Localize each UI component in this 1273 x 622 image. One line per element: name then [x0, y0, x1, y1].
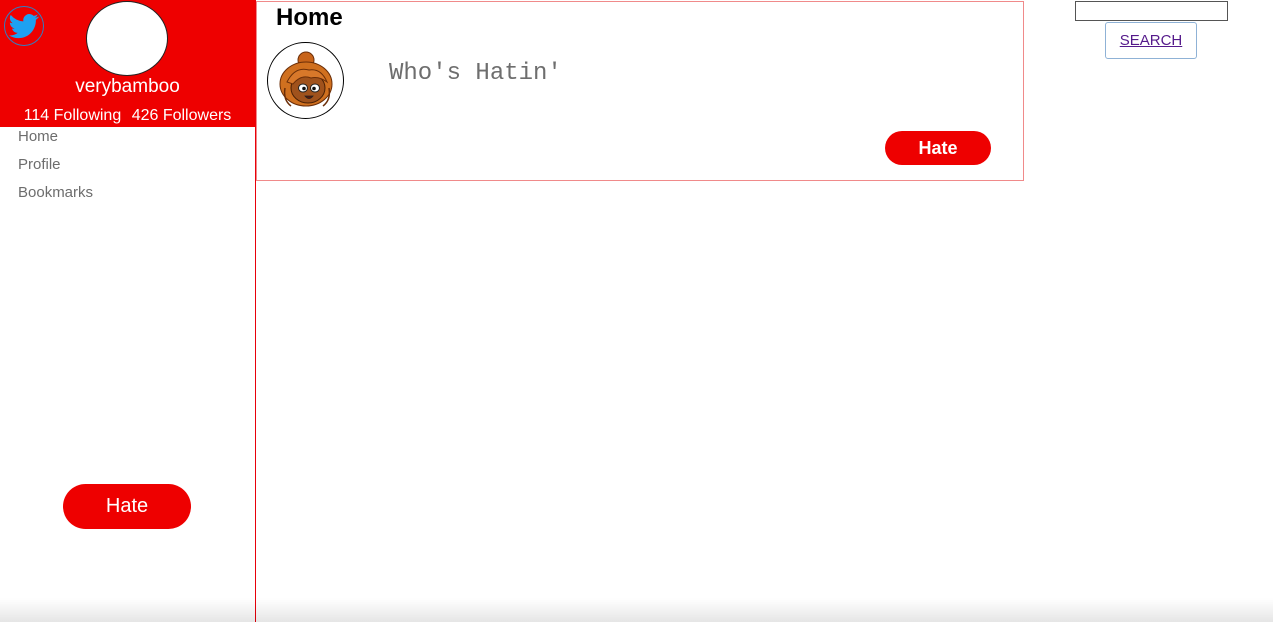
sidebar-hate-button[interactable]: Hate [63, 484, 191, 529]
follow-stats: 114 Following 426 Followers [0, 107, 255, 125]
page-title: Home [276, 4, 343, 31]
cartoon-avatar-icon [279, 51, 332, 107]
sidebar-item-home[interactable]: Home [18, 128, 93, 156]
compose-hate-button[interactable]: Hate [885, 131, 991, 165]
twitter-bird-icon[interactable] [4, 6, 44, 46]
search-button[interactable]: SEARCH [1105, 22, 1197, 59]
app-page: verybamboo 114 Following 426 Followers H… [0, 0, 1273, 622]
profile-avatar[interactable] [86, 1, 168, 76]
sidebar-item-profile[interactable]: Profile [18, 156, 93, 184]
compose-box: Hate [256, 1, 1024, 181]
followers-count[interactable]: 426 Followers [132, 107, 232, 124]
sidebar: verybamboo 114 Following 426 Followers H… [0, 0, 256, 622]
search-input[interactable] [1075, 1, 1228, 21]
following-count[interactable]: 114 Following [24, 107, 122, 124]
sidebar-nav: Home Profile Bookmarks [18, 128, 93, 212]
user-avatar[interactable] [267, 42, 344, 119]
compose-input[interactable] [387, 54, 951, 92]
profile-header: verybamboo 114 Following 426 Followers [0, 0, 255, 127]
username: verybamboo [75, 76, 180, 97]
sidebar-item-bookmarks[interactable]: Bookmarks [18, 184, 93, 212]
